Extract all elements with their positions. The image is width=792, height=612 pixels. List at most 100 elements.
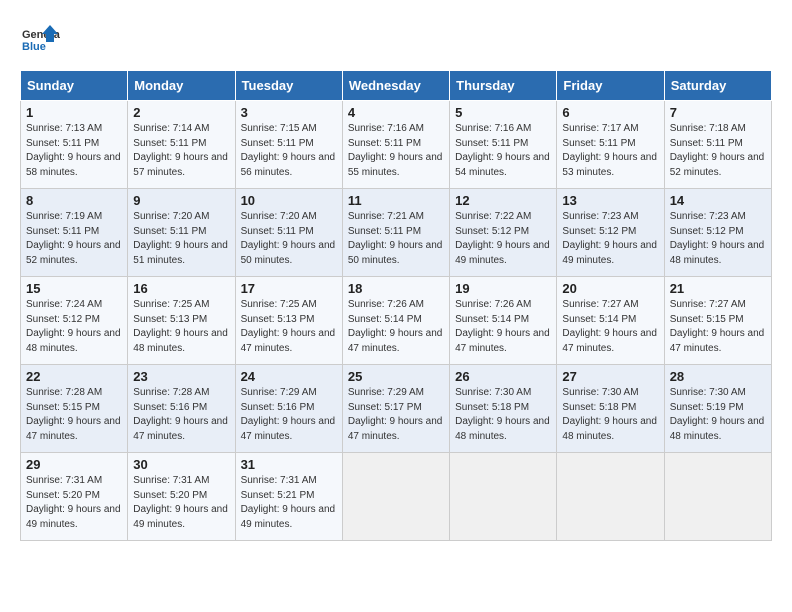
calendar-cell: 15 Sunrise: 7:24 AMSunset: 5:12 PMDaylig… xyxy=(21,277,128,365)
calendar-cell: 4 Sunrise: 7:16 AMSunset: 5:11 PMDayligh… xyxy=(342,101,449,189)
day-info: Sunrise: 7:28 AMSunset: 5:16 PMDaylight:… xyxy=(133,387,228,442)
day-info: Sunrise: 7:16 AMSunset: 5:11 PMDaylight:… xyxy=(348,123,443,178)
calendar-cell: 6 Sunrise: 7:17 AMSunset: 5:11 PMDayligh… xyxy=(557,101,664,189)
day-info: Sunrise: 7:15 AMSunset: 5:11 PMDaylight:… xyxy=(241,123,336,178)
weekday-header-wednesday: Wednesday xyxy=(342,71,449,101)
day-info: Sunrise: 7:25 AMSunset: 5:13 PMDaylight:… xyxy=(241,299,336,354)
day-info: Sunrise: 7:23 AMSunset: 5:12 PMDaylight:… xyxy=(670,211,765,266)
calendar-cell: 3 Sunrise: 7:15 AMSunset: 5:11 PMDayligh… xyxy=(235,101,342,189)
day-info: Sunrise: 7:28 AMSunset: 5:15 PMDaylight:… xyxy=(26,387,121,442)
calendar-cell: 5 Sunrise: 7:16 AMSunset: 5:11 PMDayligh… xyxy=(450,101,557,189)
calendar-cell: 24 Sunrise: 7:29 AMSunset: 5:16 PMDaylig… xyxy=(235,365,342,453)
weekday-header-tuesday: Tuesday xyxy=(235,71,342,101)
day-info: Sunrise: 7:31 AMSunset: 5:21 PMDaylight:… xyxy=(241,475,336,530)
day-info: Sunrise: 7:21 AMSunset: 5:11 PMDaylight:… xyxy=(348,211,443,266)
day-info: Sunrise: 7:27 AMSunset: 5:14 PMDaylight:… xyxy=(562,299,657,354)
calendar-cell: 13 Sunrise: 7:23 AMSunset: 5:12 PMDaylig… xyxy=(557,189,664,277)
calendar-week-row: 29 Sunrise: 7:31 AMSunset: 5:20 PMDaylig… xyxy=(21,453,772,541)
calendar-cell: 21 Sunrise: 7:27 AMSunset: 5:15 PMDaylig… xyxy=(664,277,771,365)
day-info: Sunrise: 7:13 AMSunset: 5:11 PMDaylight:… xyxy=(26,123,121,178)
calendar-cell: 16 Sunrise: 7:25 AMSunset: 5:13 PMDaylig… xyxy=(128,277,235,365)
weekday-header-sunday: Sunday xyxy=(21,71,128,101)
calendar-cell: 28 Sunrise: 7:30 AMSunset: 5:19 PMDaylig… xyxy=(664,365,771,453)
day-number: 5 xyxy=(455,105,551,120)
calendar-cell xyxy=(342,453,449,541)
day-number: 29 xyxy=(26,457,122,472)
day-number: 15 xyxy=(26,281,122,296)
day-number: 22 xyxy=(26,369,122,384)
day-info: Sunrise: 7:27 AMSunset: 5:15 PMDaylight:… xyxy=(670,299,765,354)
day-info: Sunrise: 7:26 AMSunset: 5:14 PMDaylight:… xyxy=(348,299,443,354)
day-number: 12 xyxy=(455,193,551,208)
day-number: 13 xyxy=(562,193,658,208)
calendar-cell: 2 Sunrise: 7:14 AMSunset: 5:11 PMDayligh… xyxy=(128,101,235,189)
day-number: 1 xyxy=(26,105,122,120)
day-number: 25 xyxy=(348,369,444,384)
weekday-header-thursday: Thursday xyxy=(450,71,557,101)
day-number: 18 xyxy=(348,281,444,296)
day-number: 28 xyxy=(670,369,766,384)
calendar-table: SundayMondayTuesdayWednesdayThursdayFrid… xyxy=(20,70,772,541)
calendar-cell: 26 Sunrise: 7:30 AMSunset: 5:18 PMDaylig… xyxy=(450,365,557,453)
calendar-cell: 1 Sunrise: 7:13 AMSunset: 5:11 PMDayligh… xyxy=(21,101,128,189)
calendar-cell: 23 Sunrise: 7:28 AMSunset: 5:16 PMDaylig… xyxy=(128,365,235,453)
calendar-cell: 10 Sunrise: 7:20 AMSunset: 5:11 PMDaylig… xyxy=(235,189,342,277)
calendar-cell xyxy=(450,453,557,541)
day-info: Sunrise: 7:26 AMSunset: 5:14 PMDaylight:… xyxy=(455,299,550,354)
day-info: Sunrise: 7:17 AMSunset: 5:11 PMDaylight:… xyxy=(562,123,657,178)
day-info: Sunrise: 7:29 AMSunset: 5:17 PMDaylight:… xyxy=(348,387,443,442)
day-number: 14 xyxy=(670,193,766,208)
header-row: SundayMondayTuesdayWednesdayThursdayFrid… xyxy=(21,71,772,101)
page-header: General Blue xyxy=(20,20,772,60)
calendar-cell: 8 Sunrise: 7:19 AMSunset: 5:11 PMDayligh… xyxy=(21,189,128,277)
day-info: Sunrise: 7:18 AMSunset: 5:11 PMDaylight:… xyxy=(670,123,765,178)
day-number: 19 xyxy=(455,281,551,296)
weekday-header-monday: Monday xyxy=(128,71,235,101)
day-info: Sunrise: 7:14 AMSunset: 5:11 PMDaylight:… xyxy=(133,123,228,178)
day-number: 7 xyxy=(670,105,766,120)
calendar-cell: 17 Sunrise: 7:25 AMSunset: 5:13 PMDaylig… xyxy=(235,277,342,365)
calendar-cell: 31 Sunrise: 7:31 AMSunset: 5:21 PMDaylig… xyxy=(235,453,342,541)
day-number: 6 xyxy=(562,105,658,120)
day-info: Sunrise: 7:16 AMSunset: 5:11 PMDaylight:… xyxy=(455,123,550,178)
day-number: 10 xyxy=(241,193,337,208)
day-number: 17 xyxy=(241,281,337,296)
weekday-header-saturday: Saturday xyxy=(664,71,771,101)
calendar-week-row: 15 Sunrise: 7:24 AMSunset: 5:12 PMDaylig… xyxy=(21,277,772,365)
day-number: 2 xyxy=(133,105,229,120)
calendar-cell: 11 Sunrise: 7:21 AMSunset: 5:11 PMDaylig… xyxy=(342,189,449,277)
day-info: Sunrise: 7:30 AMSunset: 5:18 PMDaylight:… xyxy=(562,387,657,442)
day-info: Sunrise: 7:23 AMSunset: 5:12 PMDaylight:… xyxy=(562,211,657,266)
day-info: Sunrise: 7:22 AMSunset: 5:12 PMDaylight:… xyxy=(455,211,550,266)
day-info: Sunrise: 7:24 AMSunset: 5:12 PMDaylight:… xyxy=(26,299,121,354)
day-number: 26 xyxy=(455,369,551,384)
logo: General Blue xyxy=(20,20,60,60)
calendar-week-row: 22 Sunrise: 7:28 AMSunset: 5:15 PMDaylig… xyxy=(21,365,772,453)
day-number: 20 xyxy=(562,281,658,296)
calendar-cell: 7 Sunrise: 7:18 AMSunset: 5:11 PMDayligh… xyxy=(664,101,771,189)
day-number: 8 xyxy=(26,193,122,208)
calendar-cell xyxy=(664,453,771,541)
day-info: Sunrise: 7:19 AMSunset: 5:11 PMDaylight:… xyxy=(26,211,121,266)
day-number: 24 xyxy=(241,369,337,384)
calendar-cell: 22 Sunrise: 7:28 AMSunset: 5:15 PMDaylig… xyxy=(21,365,128,453)
calendar-week-row: 8 Sunrise: 7:19 AMSunset: 5:11 PMDayligh… xyxy=(21,189,772,277)
day-number: 11 xyxy=(348,193,444,208)
calendar-week-row: 1 Sunrise: 7:13 AMSunset: 5:11 PMDayligh… xyxy=(21,101,772,189)
calendar-cell: 20 Sunrise: 7:27 AMSunset: 5:14 PMDaylig… xyxy=(557,277,664,365)
day-number: 16 xyxy=(133,281,229,296)
day-info: Sunrise: 7:30 AMSunset: 5:19 PMDaylight:… xyxy=(670,387,765,442)
day-number: 27 xyxy=(562,369,658,384)
calendar-cell: 25 Sunrise: 7:29 AMSunset: 5:17 PMDaylig… xyxy=(342,365,449,453)
calendar-header: SundayMondayTuesdayWednesdayThursdayFrid… xyxy=(21,71,772,101)
calendar-cell: 12 Sunrise: 7:22 AMSunset: 5:12 PMDaylig… xyxy=(450,189,557,277)
calendar-cell: 18 Sunrise: 7:26 AMSunset: 5:14 PMDaylig… xyxy=(342,277,449,365)
calendar-cell: 14 Sunrise: 7:23 AMSunset: 5:12 PMDaylig… xyxy=(664,189,771,277)
calendar-cell xyxy=(557,453,664,541)
svg-text:Blue: Blue xyxy=(22,41,46,53)
calendar-cell: 29 Sunrise: 7:31 AMSunset: 5:20 PMDaylig… xyxy=(21,453,128,541)
weekday-header-friday: Friday xyxy=(557,71,664,101)
calendar-cell: 30 Sunrise: 7:31 AMSunset: 5:20 PMDaylig… xyxy=(128,453,235,541)
day-info: Sunrise: 7:25 AMSunset: 5:13 PMDaylight:… xyxy=(133,299,228,354)
logo-icon: General Blue xyxy=(20,20,60,60)
